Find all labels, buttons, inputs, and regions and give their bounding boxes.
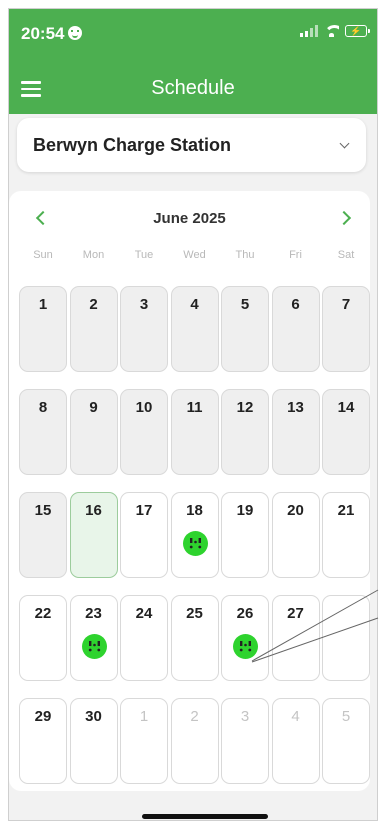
calendar-day[interactable]: 4 [271, 698, 320, 784]
charging-battery-icon: ⚡ [345, 25, 370, 37]
station-selector[interactable]: Berwyn Charge Station [17, 118, 366, 172]
day-number: 30 [85, 708, 102, 725]
day-number: 20 [287, 502, 304, 519]
station-name: Berwyn Charge Station [33, 135, 232, 155]
day-number: 1 [139, 708, 149, 725]
calendar-day[interactable]: 5 [221, 286, 269, 372]
day-number: 27 [287, 605, 304, 622]
day-number: 17 [135, 502, 153, 519]
chevron-down-icon [339, 138, 350, 149]
calendar-day[interactable]: 15 [19, 492, 67, 578]
status-icons: ⚡ [300, 25, 370, 37]
day-number: 19 [236, 502, 254, 519]
day-number: 5 [240, 296, 250, 313]
day-number: 4 [190, 296, 199, 313]
day-number: 7 [341, 296, 351, 313]
smiley-icon [68, 26, 83, 40]
weekday-label: Mon [82, 249, 105, 261]
day-number: 9 [89, 399, 98, 416]
day-number: 10 [135, 399, 153, 416]
weekday-label: Fri [289, 249, 302, 261]
day-number: 3 [139, 296, 149, 313]
day-number: 18 [186, 502, 203, 519]
calendar-day[interactable]: 5 [322, 698, 370, 784]
calendar-header: June 2025 [9, 208, 370, 230]
calendar-day[interactable]: 26 [221, 595, 269, 681]
calendar-day[interactable]: 9 [69, 389, 118, 475]
day-number: 1 [38, 296, 48, 313]
calendar-day[interactable]: 6 [271, 286, 320, 372]
status-bar: 20:54 ⚡ [9, 9, 377, 64]
day-number: 5 [341, 708, 351, 725]
day-number: 14 [337, 399, 355, 416]
day-number: 15 [34, 502, 52, 519]
day-number: 2 [89, 296, 98, 313]
calendar-day[interactable]: 25 [170, 595, 219, 681]
weekday-label: Thu [235, 249, 255, 261]
day-number: 13 [287, 399, 304, 416]
calendar-day[interactable]: 2 [69, 286, 118, 372]
calendar-day[interactable]: 14 [322, 389, 370, 475]
calendar-day[interactable]: 22 [19, 595, 67, 681]
status-time-wrap: 20:54 [21, 24, 83, 44]
calendar-day[interactable] [322, 595, 370, 681]
calendar-day[interactable]: 20 [271, 492, 320, 578]
calendar-day[interactable]: 7 [322, 286, 370, 372]
status-time: 20:54 [21, 24, 65, 43]
day-number: 2 [190, 708, 199, 725]
day-number: 3 [240, 708, 250, 725]
ev-charger-plug-icon[interactable] [233, 634, 258, 659]
day-number: 22 [34, 605, 52, 622]
calendar-day[interactable]: 24 [120, 595, 168, 681]
ev-charger-plug-icon[interactable] [81, 634, 107, 659]
ev-charger-plug-icon[interactable] [182, 531, 208, 556]
calendar-day[interactable]: 3 [120, 286, 168, 372]
calendar-day[interactable]: 16 [69, 492, 118, 578]
calendar-day[interactable]: 1 [19, 286, 67, 372]
weekday-label: Sun [33, 249, 53, 261]
calendar-day[interactable]: 11 [170, 389, 219, 475]
calendar-day[interactable]: 17 [120, 492, 168, 578]
day-number: 26 [236, 605, 254, 622]
calendar-day[interactable]: 29 [19, 698, 67, 784]
calendar-day[interactable]: 8 [19, 389, 67, 475]
calendar-day[interactable]: 2 [170, 698, 219, 784]
wifi-icon [324, 25, 339, 37]
weekday-label: Tue [134, 249, 154, 261]
calendar-day[interactable]: 13 [271, 389, 320, 475]
calendar-day[interactable]: 19 [221, 492, 269, 578]
day-number: 12 [236, 399, 254, 416]
home-indicator[interactable] [142, 814, 268, 819]
calendar-day[interactable]: 10 [120, 389, 168, 475]
day-number: 16 [85, 502, 102, 519]
day-number: 21 [337, 502, 355, 519]
calendar-day[interactable]: 21 [322, 492, 370, 578]
day-number: 4 [291, 708, 300, 725]
day-number: 24 [135, 605, 153, 622]
day-number: 29 [34, 708, 52, 725]
day-number: 8 [38, 399, 48, 416]
day-number: 25 [186, 605, 203, 622]
day-number: 6 [291, 296, 300, 313]
calendar-card: June 2025 Sun Mon Tue Wed Thu Fri Sat 1 2 3 4 5 6 7 8 9… [9, 191, 370, 791]
calendar-day[interactable]: 18 [170, 492, 219, 578]
weekday-label: Wed [183, 249, 206, 261]
calendar-day[interactable]: 30 [69, 698, 118, 784]
calendar-day[interactable]: 27 [271, 595, 320, 681]
day-number: 11 [186, 399, 203, 416]
weekday-label: Sat [337, 249, 355, 261]
calendar-day[interactable]: 23 [69, 595, 118, 681]
calendar-day[interactable]: 4 [170, 286, 219, 372]
signal-icon [300, 25, 318, 37]
chevron-right-icon[interactable] [336, 208, 356, 228]
calendar-day[interactable]: 1 [120, 698, 168, 784]
page-title: Schedule [151, 77, 235, 99]
calendar-day[interactable]: 12 [221, 389, 269, 475]
day-number: 23 [85, 605, 102, 622]
app-header: Schedule [9, 64, 377, 114]
calendar-day[interactable]: 3 [221, 698, 269, 784]
month-label: June 2025 [153, 210, 226, 227]
